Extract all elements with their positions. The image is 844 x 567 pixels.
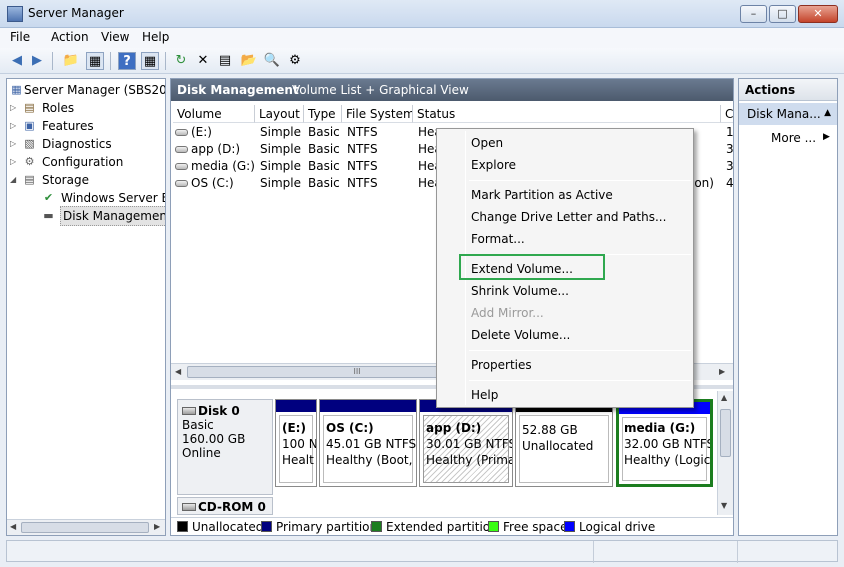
cdrom-0-info[interactable]: CD-ROM 0 — [177, 497, 273, 515]
show-hide-action-pane-icon[interactable]: ▦ — [141, 52, 159, 70]
drive-icon — [175, 129, 188, 136]
drive-icon — [175, 163, 188, 170]
actions-title: Actions — [739, 79, 837, 101]
delete-icon[interactable]: ✕ — [194, 52, 212, 70]
settings-icon[interactable]: ⚙ — [286, 52, 304, 70]
server-icon: ▦ — [11, 83, 22, 96]
menu-item-delete-volume[interactable]: Delete Volume... — [471, 325, 570, 345]
scroll-right-arrow-icon[interactable]: ▶ — [719, 367, 725, 376]
up-folder-icon[interactable]: 📁 — [62, 52, 80, 70]
menu-help[interactable]: Help — [142, 30, 169, 44]
pane-header: Disk Management Volume List + Graphical … — [171, 79, 733, 101]
close-button[interactable]: ✕ — [798, 5, 838, 23]
menu-item-mark-partition-active[interactable]: Mark Partition as Active — [471, 185, 613, 205]
menu-view[interactable]: View — [101, 30, 129, 44]
storage-icon: ▤ — [24, 173, 35, 186]
expand-arrow-icon[interactable]: ▷ — [10, 99, 16, 117]
tree-horizontal-scrollbar[interactable]: ◀ ▶ — [7, 519, 165, 535]
legend-unallocated: Unallocated — [177, 519, 263, 535]
window-title: Server Manager — [28, 6, 124, 20]
pane-title: Disk Management — [177, 83, 299, 97]
maximize-button[interactable]: □ — [769, 5, 796, 23]
menu-bar: File Action View Help — [0, 28, 844, 48]
drive-icon — [175, 180, 188, 187]
minimize-button[interactable]: – — [740, 5, 767, 23]
roles-icon: ▤ — [24, 101, 35, 114]
graphical-disk-view: Disk 0 Basic 160.00 GB Online (E:) 100 N… — [171, 391, 733, 514]
drive-icon — [175, 146, 188, 153]
disk-view-vertical-scrollbar[interactable]: ▲ ▼ — [717, 391, 733, 515]
menu-item-add-mirror: Add Mirror... — [471, 306, 544, 320]
back-arrow-icon[interactable]: ◀ — [8, 52, 26, 70]
column-header-volume[interactable]: Volume — [173, 105, 255, 123]
scroll-right-arrow-icon[interactable]: ▶ — [154, 522, 160, 531]
disk-0-info[interactable]: Disk 0 Basic 160.00 GB Online — [177, 399, 273, 495]
menu-item-explore[interactable]: Explore — [471, 155, 516, 175]
scrollbar-thumb[interactable] — [21, 522, 149, 533]
menu-action[interactable]: Action — [51, 30, 89, 44]
column-header-type[interactable]: Type — [304, 105, 342, 123]
more-actions-link[interactable]: More ... — [771, 131, 816, 145]
extend-volume-highlight — [459, 254, 605, 280]
column-header-layout[interactable]: Layout — [255, 105, 304, 123]
legend-logical-drive: Logical drive — [564, 519, 655, 535]
partition-unallocated[interactable]: 52.88 GB Unallocated — [515, 399, 613, 487]
menu-item-help[interactable]: Help — [471, 385, 498, 405]
collapse-up-icon[interactable]: ▲ — [824, 108, 831, 118]
column-header-status[interactable]: Status — [413, 105, 721, 123]
open-folder-icon[interactable]: 📂 — [240, 52, 258, 70]
diagnostics-icon: ▧ — [24, 137, 35, 150]
status-bar — [6, 540, 838, 563]
legend-free-space: Free space — [488, 519, 567, 535]
menu-item-format[interactable]: Format... — [471, 229, 525, 249]
console-tree: ▦ Server Manager (SBS2011) ▷ ▤ Roles ▷ ▣… — [6, 78, 166, 536]
search-icon[interactable]: 🔍 — [263, 52, 281, 70]
scrollbar-thumb[interactable] — [720, 409, 731, 457]
expand-arrow-icon[interactable]: ▷ — [10, 117, 16, 135]
scroll-down-arrow-icon[interactable]: ▼ — [721, 501, 727, 510]
cdrom-icon — [182, 503, 196, 511]
partition-media-g[interactable]: media (G:) 32.00 GB NTFS Healthy (Logic — [616, 399, 713, 487]
menu-item-properties[interactable]: Properties — [471, 355, 532, 375]
collapse-arrow-icon[interactable]: ◢ — [10, 171, 16, 189]
backup-icon: ✔ — [43, 191, 54, 204]
help-icon[interactable]: ? — [118, 52, 136, 70]
column-header-capacity[interactable]: C — [721, 105, 733, 123]
menu-item-open[interactable]: Open — [471, 133, 503, 153]
menu-file[interactable]: File — [10, 30, 30, 44]
legend-extended-partition: Extended partition — [371, 519, 498, 535]
expand-arrow-icon[interactable]: ▷ — [10, 135, 16, 153]
partition-e[interactable]: (E:) 100 N Healt — [275, 399, 317, 487]
menu-item-change-drive-letter[interactable]: Change Drive Letter and Paths... — [471, 207, 666, 227]
show-hide-console-tree-icon[interactable]: ▦ — [86, 52, 104, 70]
title-bar: Server Manager – □ ✕ — [0, 0, 844, 28]
disk-icon — [182, 407, 196, 415]
server-manager-icon — [7, 6, 23, 22]
scroll-up-arrow-icon[interactable]: ▲ — [721, 393, 727, 402]
legend-primary-partition: Primary partition — [261, 519, 377, 535]
menu-item-shrink-volume[interactable]: Shrink Volume... — [471, 281, 569, 301]
configuration-icon: ⚙ — [24, 155, 35, 168]
disk-management-icon: ▬ — [43, 209, 54, 222]
forward-arrow-icon[interactable]: ▶ — [28, 52, 46, 70]
refresh-icon[interactable]: ↻ — [172, 52, 190, 70]
features-icon: ▣ — [24, 119, 35, 132]
partition-app-d[interactable]: app (D:) 30.01 GB NTFS Healthy (Prima — [419, 399, 513, 487]
context-menu: Open Explore Mark Partition as Active Ch… — [436, 128, 694, 408]
toolbar: ◀ ▶ 📁 ▦ ? ▦ ↻ ✕ ▤ 📂 🔍 ⚙ — [0, 48, 844, 74]
actions-group-disk-management[interactable]: Disk Mana... ▲ — [739, 103, 837, 125]
pane-subtitle: Volume List + Graphical View — [292, 83, 469, 97]
column-header-file-system[interactable]: File System — [342, 105, 413, 123]
actions-pane: Actions Disk Mana... ▲ More ... ▶ — [738, 78, 838, 536]
submenu-arrow-icon: ▶ — [823, 132, 830, 142]
expand-arrow-icon[interactable]: ▷ — [10, 153, 16, 171]
scroll-left-arrow-icon[interactable]: ◀ — [175, 367, 181, 376]
partition-legend: Unallocated Primary partition Extended p… — [171, 517, 733, 535]
partition-os-c[interactable]: OS (C:) 45.01 GB NTFS Healthy (Boot, F — [319, 399, 417, 487]
scroll-left-arrow-icon[interactable]: ◀ — [10, 522, 16, 531]
properties-icon[interactable]: ▤ — [216, 52, 234, 70]
